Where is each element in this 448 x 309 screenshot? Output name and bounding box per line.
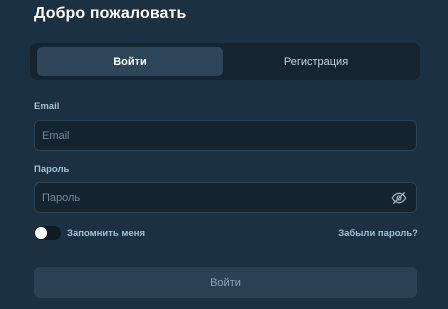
password-field-wrapper <box>34 182 417 213</box>
auth-tabs: Войти Регистрация <box>30 43 420 80</box>
password-label: Пароль <box>34 164 70 175</box>
email-field-wrapper <box>34 120 417 151</box>
login-submit-button[interactable]: Войти <box>34 267 417 298</box>
login-screen: Добро пожаловать Войти Регистрация Email… <box>0 0 448 309</box>
tab-login[interactable]: Войти <box>37 47 223 76</box>
forgot-password-link[interactable]: Забыли пароль? <box>338 228 418 239</box>
remember-me-label: Запомнить меня <box>67 227 145 239</box>
toggle-knob <box>35 227 47 239</box>
password-field[interactable] <box>35 183 416 212</box>
email-field[interactable] <box>35 121 416 150</box>
page-title: Добро пожаловать <box>34 5 187 22</box>
remember-me-toggle[interactable] <box>34 226 61 240</box>
email-label: Email <box>34 101 60 112</box>
tab-register[interactable]: Регистрация <box>223 47 409 76</box>
eye-off-icon[interactable] <box>390 189 408 207</box>
remember-me: Запомнить меня <box>34 226 145 240</box>
